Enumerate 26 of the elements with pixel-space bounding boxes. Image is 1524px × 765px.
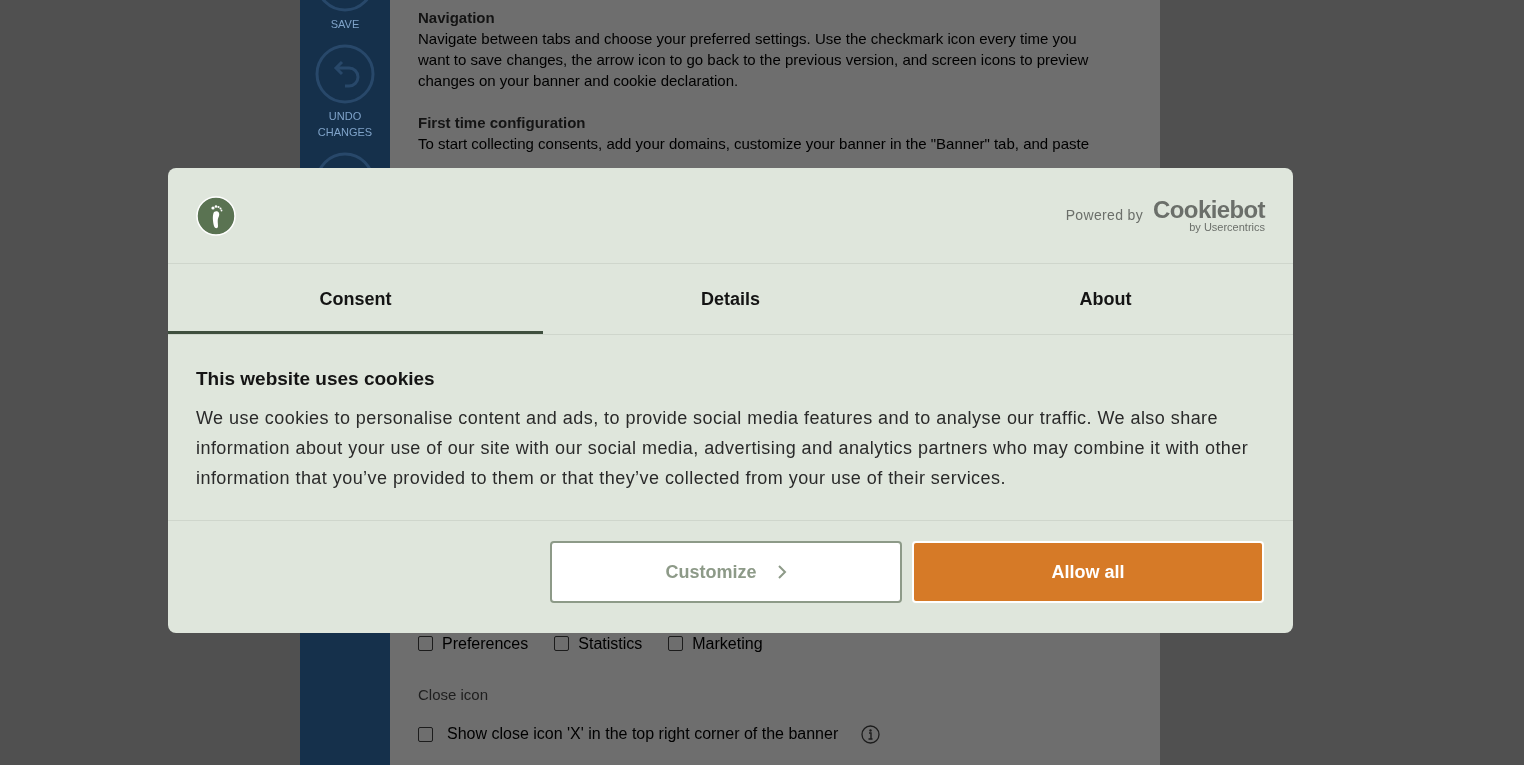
- checkbox[interactable]: [668, 636, 684, 651]
- brand-logo: Cookiebot: [1153, 198, 1265, 222]
- checkbox[interactable]: [418, 636, 433, 651]
- tab[interactable]: Consent: [168, 264, 543, 334]
- checkbox[interactable]: [554, 636, 570, 651]
- tab[interactable]: Details: [543, 264, 918, 334]
- dialog-title: This website uses cookies: [196, 367, 436, 391]
- section-text: To start collecting consents, add your domains, customize your banner in the "Banner" tab, and paste: [418, 134, 1091, 154]
- tab[interactable]: About: [918, 264, 1293, 334]
- section-heading: Navigation: [418, 8, 496, 28]
- info-icon[interactable]: [861, 724, 881, 744]
- checkbox-label: Preferences: [442, 633, 529, 654]
- section-label: Close icon: [418, 684, 490, 705]
- section-text: Navigate between tabs and choose your preferred settings. Use the checkmark icon every time you want to save changes, the arrow icon to go back to the previous version, and screen icons to preview changes on your banner and cookie declaration.: [418, 29, 1090, 91]
- footprint-logo-icon: [196, 195, 236, 236]
- chevron-right-icon: [776, 565, 787, 579]
- powered-by-label: Powered by: [1065, 206, 1144, 225]
- brand-tagline: by Usercentrics: [1189, 222, 1265, 233]
- checkbox-label: Show close icon 'X' in the top right corner of the banner: [447, 724, 839, 744]
- checkbox-label: Marketing: [692, 633, 763, 654]
- checkbox-label: Statistics: [578, 633, 643, 654]
- section-heading: First time configuration: [418, 113, 587, 133]
- dialog-text: We use cookies to personalise content and ads, to provide social media features and to analyse our traffic. We also share information about your use of our site with our social media, advertising and analytics partners who may combine it with other information that you’ve provided to them or that they’ve collected from your use of their services.: [196, 406, 1250, 490]
- sidebar-label: UNDO CHANGES: [316, 109, 374, 140]
- checkbox[interactable]: [418, 726, 433, 742]
- sidebar-label: SAVE: [329, 17, 361, 32]
